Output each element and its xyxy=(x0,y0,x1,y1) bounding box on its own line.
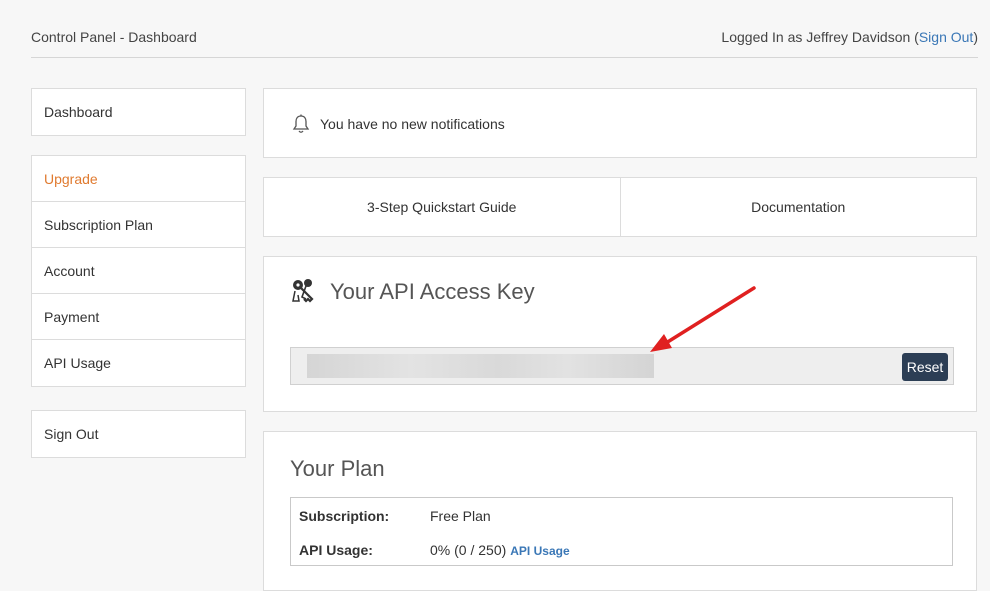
sidebar-item-upgrade[interactable]: Upgrade xyxy=(32,156,245,202)
top-bar: Control Panel - Dashboard Logged In as J… xyxy=(31,0,978,58)
subscription-label: Subscription: xyxy=(299,508,390,524)
sidebar-item-account[interactable]: Account xyxy=(32,248,245,294)
login-suffix: ) xyxy=(973,29,978,45)
sidebar-item-payment[interactable]: Payment xyxy=(32,294,245,340)
notifications-text: You have no new notifications xyxy=(320,116,505,132)
api-key-panel: Your API Access Key Reset xyxy=(263,256,977,412)
sidebar-item-dashboard[interactable]: Dashboard xyxy=(32,89,245,135)
header-signout-link[interactable]: Sign Out xyxy=(919,29,973,45)
usage-value: 0% (0 / 250) xyxy=(430,542,507,558)
sidebar-item-api-usage[interactable]: API Usage xyxy=(32,340,245,386)
quickstart-guide-link[interactable]: 3-Step Quickstart Guide xyxy=(264,178,620,236)
plan-panel: Your Plan Subscription: Free Plan API Us… xyxy=(263,431,977,591)
sidebar-menu: Upgrade Subscription Plan Account Paymen… xyxy=(31,155,246,387)
reset-key-button[interactable]: Reset xyxy=(902,353,948,381)
sidebar-signout-box: Sign Out xyxy=(31,410,246,458)
login-status: Logged In as Jeffrey Davidson (Sign Out) xyxy=(721,29,978,45)
plan-title: Your Plan xyxy=(290,456,385,481)
quick-links-panel: 3-Step Quickstart Guide Documentation xyxy=(263,177,977,237)
login-text: Logged In as Jeffrey Davidson ( xyxy=(721,29,919,45)
sidebar-item-sign-out[interactable]: Sign Out xyxy=(32,411,245,457)
key-icon xyxy=(292,279,314,303)
api-key-title: Your API Access Key xyxy=(330,279,535,304)
documentation-link[interactable]: Documentation xyxy=(619,178,977,236)
usage-label: API Usage: xyxy=(299,542,373,558)
notifications-panel: You have no new notifications xyxy=(263,88,977,158)
sidebar-dashboard-box: Dashboard xyxy=(31,88,246,136)
api-key-field[interactable]: Reset xyxy=(290,347,954,385)
api-usage-link[interactable]: API Usage xyxy=(510,544,569,558)
bell-icon xyxy=(292,114,310,133)
sidebar-item-subscription-plan[interactable]: Subscription Plan xyxy=(32,202,245,248)
usage-value-wrap: 0% (0 / 250) API Usage xyxy=(430,542,570,558)
api-key-value-redacted xyxy=(307,354,654,378)
page-title: Control Panel - Dashboard xyxy=(31,29,197,45)
plan-table: Subscription: Free Plan API Usage: 0% (0… xyxy=(290,497,953,566)
subscription-value: Free Plan xyxy=(430,508,491,524)
